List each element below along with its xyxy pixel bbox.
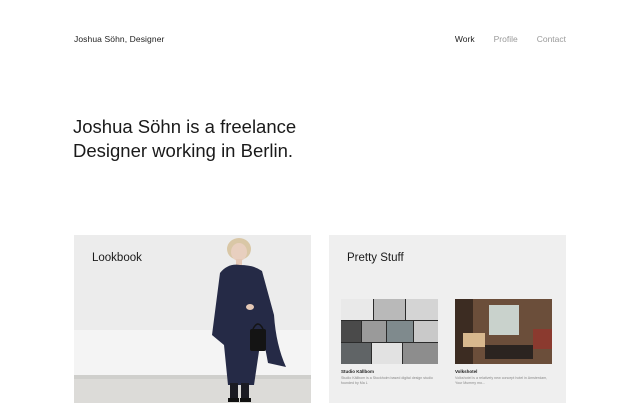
thumb-tile — [414, 321, 438, 342]
thumb-tile — [403, 343, 438, 364]
project-card-lookbook[interactable]: Lookbook — [74, 235, 311, 403]
project-title-lookbook: Lookbook — [92, 252, 142, 264]
nav-profile[interactable]: Profile — [494, 34, 518, 44]
thumb-tile — [362, 321, 386, 342]
thumb-tile — [406, 299, 438, 320]
thumb-title-volkshotel: Volkshotel — [455, 369, 478, 374]
thumb-room-left — [455, 299, 473, 364]
thumb-studio-kallbom[interactable] — [341, 299, 438, 364]
project-card-pretty-stuff[interactable]: Pretty Stuff Studio Källbom Studio Källb… — [329, 235, 566, 403]
thumb-room-chair — [463, 333, 485, 347]
lookbook-model-photo — [212, 238, 286, 402]
thumb-volkshotel[interactable] — [455, 299, 552, 364]
nav-work[interactable]: Work — [455, 34, 475, 44]
hero-intro: Joshua Söhn is a freelance Designer work… — [73, 115, 296, 163]
thumb-room-rug — [485, 345, 533, 359]
thumb-tile — [341, 299, 373, 320]
thumb-tile — [341, 343, 371, 364]
thumb-text-volkshotel: Volkshotel is a relatively new concept h… — [455, 376, 548, 385]
site-title[interactable]: Joshua Söhn, Designer — [74, 34, 164, 44]
hero-line-2: Designer working in Berlin. — [73, 140, 294, 161]
thumb-tile — [341, 321, 361, 342]
thumb-tile — [374, 299, 405, 320]
nav-contact[interactable]: Contact — [537, 34, 566, 44]
thumb-room-bed — [533, 329, 552, 349]
thumb-tile — [372, 343, 402, 364]
thumb-room-window — [489, 305, 519, 335]
thumb-text-studio-kallbom: Studio Källbom is a Stockholm based digi… — [341, 376, 433, 385]
thumb-title-studio-kallbom: Studio Källbom — [341, 369, 374, 374]
hero-line-1: Joshua Söhn is a freelance — [73, 116, 297, 137]
main-nav: Work Profile Contact — [455, 34, 566, 44]
project-title-pretty-stuff: Pretty Stuff — [347, 252, 404, 264]
thumb-tile — [387, 321, 413, 342]
